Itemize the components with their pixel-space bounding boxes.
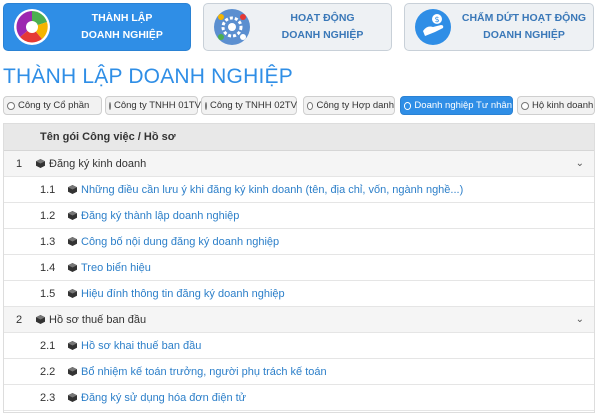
- table-row[interactable]: 2.2 Bổ nhiệm kế toán trưởng, người phụ t…: [4, 359, 594, 385]
- radio-icon: [109, 101, 111, 110]
- item-link[interactable]: Công bố nội dung đăng ký doanh nghiệp: [81, 236, 279, 248]
- tab-cong-ty-tnhh-01tv[interactable]: Công ty TNHH 01TV: [105, 96, 201, 115]
- cube-icon: [68, 185, 77, 194]
- gear-team-icon: [210, 5, 254, 49]
- tab-label: Công ty Cổ phần: [18, 100, 90, 111]
- table-group-row[interactable]: 1 Đăng ký kinh doanh ⌄: [4, 151, 594, 177]
- cube-icon: [68, 367, 77, 376]
- table-row[interactable]: 1.2 Đăng ký thành lập doanh nghiệp: [4, 203, 594, 229]
- group-label: Hồ sơ thuế ban đầu: [49, 313, 147, 326]
- card-thanh-lap[interactable]: THÀNH LẬP DOANH NGHIỆP: [3, 3, 191, 51]
- card-cham-dut[interactable]: $ CHẤM DỨT HOẠT ĐỘNG DOANH NGHIỆP: [404, 3, 594, 51]
- tab-cong-ty-hop-danh[interactable]: Công ty Hợp danh: [303, 96, 395, 115]
- card-label-line2: DOANH NGHIỆP: [281, 29, 364, 41]
- row-number: 1: [16, 157, 23, 170]
- cube-icon: [68, 289, 77, 298]
- tab-ho-kinh-doanh[interactable]: Hộ kinh doanh: [517, 96, 595, 115]
- table-row[interactable]: 1.4 Treo biển hiệu: [4, 255, 594, 281]
- radio-icon: [205, 101, 207, 110]
- item-link[interactable]: Hiệu đính thông tin đăng ký doanh nghiệp: [81, 288, 285, 300]
- row-number: 2: [16, 313, 23, 326]
- cube-icon: [36, 159, 45, 168]
- row-number: 1.3: [40, 235, 56, 248]
- svg-text:$: $: [434, 15, 439, 24]
- row-number: 2.2: [40, 365, 56, 378]
- cube-icon: [68, 263, 77, 272]
- table-row[interactable]: 2.1 Hồ sơ khai thuế ban đầu: [4, 333, 594, 359]
- card-hoat-dong[interactable]: HOẠT ĐỘNG DOANH NGHIỆP: [203, 3, 392, 51]
- table-group-row[interactable]: 2 Hồ sơ thuế ban đầu ⌄: [4, 307, 594, 333]
- cube-icon: [68, 341, 77, 350]
- cube-icon: [68, 393, 77, 402]
- row-number: 2.1: [40, 339, 56, 352]
- radio-icon: [7, 101, 15, 110]
- chevron-down-icon[interactable]: ⌄: [576, 158, 584, 169]
- table-row[interactable]: 1.3 Công bố nội dung đăng ký doanh nghiệ…: [4, 229, 594, 255]
- group-label: Đăng ký kinh doanh: [49, 157, 147, 170]
- row-number: 1.1: [40, 183, 56, 196]
- tab-label: Hộ kinh doanh: [532, 100, 594, 111]
- cube-icon: [68, 211, 77, 220]
- cube-icon: [68, 237, 77, 246]
- tab-doanh-nghiep-tu-nhan[interactable]: Doanh nghiệp Tư nhân: [400, 96, 513, 115]
- tab-label: Công ty TNHH 01TV: [114, 100, 201, 111]
- row-number: 1.5: [40, 287, 56, 300]
- radio-icon: [521, 101, 529, 110]
- tab-label: Công ty TNHH 02TV: [210, 100, 297, 111]
- card-label-line1: CHẤM DỨT HOẠT ĐỘNG: [461, 12, 587, 24]
- row-number: 1.4: [40, 261, 56, 274]
- column-header: Tên gói Công việc / Hồ sơ: [40, 131, 176, 143]
- work-package-table: Tên gói Công việc / Hồ sơ 1 Đăng ký kinh…: [3, 123, 595, 413]
- tab-label: Công ty Hợp danh: [316, 100, 394, 111]
- table-row[interactable]: 1.5 Hiệu đính thông tin đăng ký doanh ng…: [4, 281, 594, 307]
- item-link[interactable]: Hồ sơ khai thuế ban đầu: [81, 340, 201, 352]
- pie-chart-icon: [10, 5, 54, 49]
- category-cards: THÀNH LẬP DOANH NGHIỆP HOẠT ĐỘNG DOANH N…: [0, 0, 600, 56]
- item-link[interactable]: Đăng ký thành lập doanh nghiệp: [81, 210, 239, 222]
- page-title: THÀNH LẬP DOANH NGHIỆP: [3, 65, 293, 88]
- cube-icon: [36, 315, 45, 324]
- card-label-line2: DOANH NGHIỆP: [483, 29, 565, 41]
- card-label-line2: DOANH NGHIỆP: [81, 29, 163, 41]
- tab-cong-ty-tnhh-02tv[interactable]: Công ty TNHH 02TV: [201, 96, 297, 115]
- radio-icon: [307, 101, 314, 110]
- company-type-tabs: Công ty Cổ phần Công ty TNHH 01TV Công t…: [3, 96, 595, 116]
- table-row[interactable]: 1.1 Những điều cần lưu ý khi đăng ký kin…: [4, 177, 594, 203]
- row-number: 1.2: [40, 209, 56, 222]
- tab-cong-ty-co-phan[interactable]: Công ty Cổ phần: [3, 96, 102, 115]
- row-number: 2.3: [40, 391, 56, 404]
- radio-icon: [404, 101, 412, 110]
- tab-label: Doanh nghiệp Tư nhân: [414, 100, 512, 111]
- item-link[interactable]: Treo biển hiệu: [81, 262, 151, 274]
- card-label-line1: HOẠT ĐỘNG: [290, 12, 355, 24]
- item-link[interactable]: Bổ nhiệm kế toán trưởng, người phụ trách…: [81, 366, 327, 378]
- chevron-down-icon[interactable]: ⌄: [576, 314, 584, 325]
- table-header: Tên gói Công việc / Hồ sơ: [4, 124, 594, 151]
- card-label-line1: THÀNH LẬP: [91, 12, 153, 24]
- table-row[interactable]: 2.3 Đăng ký sử dụng hóa đơn điện tử: [4, 385, 594, 411]
- hand-money-icon: $: [411, 5, 455, 49]
- item-link[interactable]: Đăng ký sử dụng hóa đơn điện tử: [81, 392, 246, 404]
- item-link[interactable]: Những điều cần lưu ý khi đăng ký kinh do…: [81, 184, 463, 196]
